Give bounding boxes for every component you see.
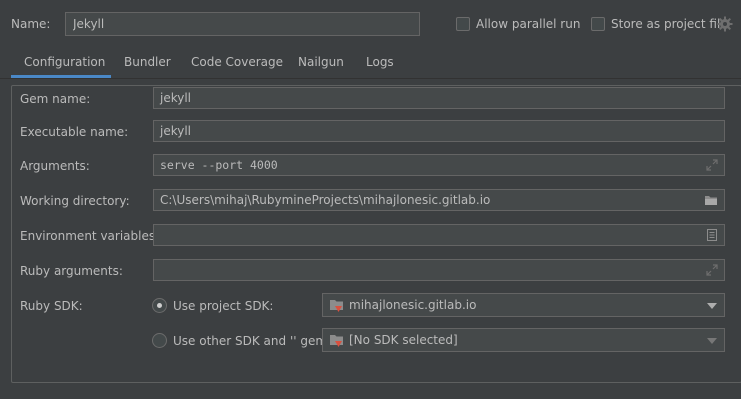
project-sdk-value: mihajlonesic.gitlab.io [349, 298, 477, 312]
allow-parallel-run-checkbox[interactable] [456, 17, 470, 31]
use-project-sdk-label[interactable]: Use project SDK: [173, 299, 273, 313]
gem-name-value: jekyll [160, 91, 192, 105]
tab-bundler[interactable]: Bundler [124, 55, 171, 69]
use-other-sdk-label[interactable]: Use other SDK and '' gem: [173, 334, 331, 348]
arguments-field[interactable]: serve --port 4000 [153, 154, 725, 176]
chevron-down-icon [707, 303, 717, 309]
tab-configuration[interactable]: Configuration [24, 55, 105, 69]
ruby-arguments-label: Ruby arguments: [20, 264, 123, 278]
working-directory-label: Working directory: [20, 194, 130, 208]
document-icon[interactable] [705, 228, 719, 242]
executable-name-label: Executable name: [20, 125, 129, 139]
arguments-value: serve --port 4000 [160, 158, 278, 172]
tab-code-coverage[interactable]: Code Coverage [191, 55, 283, 69]
chevron-down-icon [707, 338, 717, 344]
use-project-sdk-radio[interactable] [152, 298, 167, 313]
executable-name-value: jekyll [160, 124, 192, 138]
use-other-sdk-radio[interactable] [152, 333, 167, 348]
tabs-divider [0, 78, 741, 79]
other-sdk-dropdown[interactable]: [No SDK selected] [322, 328, 725, 352]
working-directory-value: C:\Users\mihaj\RubymineProjects\mihajlon… [160, 193, 491, 207]
sdk-folder-icon [330, 300, 343, 312]
gem-name-field[interactable]: jekyll [153, 87, 725, 109]
name-input[interactable] [65, 12, 420, 36]
tab-logs[interactable]: Logs [366, 55, 394, 69]
radio-selected-dot [157, 303, 162, 308]
store-as-project-file-label[interactable]: Store as project file [611, 17, 728, 31]
environment-variables-label: Environment variables: [20, 229, 160, 243]
sdk-folder-icon [330, 335, 343, 347]
ruby-arguments-field[interactable] [153, 259, 725, 281]
working-directory-field[interactable]: C:\Users\mihaj\RubymineProjects\mihajlon… [153, 189, 725, 211]
folder-icon[interactable] [703, 193, 719, 207]
gear-icon[interactable] [717, 16, 733, 32]
ruby-sdk-label: Ruby SDK: [20, 299, 83, 313]
expand-icon[interactable] [705, 263, 719, 277]
expand-icon[interactable] [705, 158, 719, 172]
environment-variables-field[interactable] [153, 224, 725, 246]
name-label: Name: [11, 17, 51, 31]
tab-nailgun[interactable]: Nailgun [298, 55, 344, 69]
store-as-project-file-checkbox[interactable] [591, 17, 605, 31]
other-sdk-value: [No SDK selected] [349, 333, 458, 347]
allow-parallel-run-label[interactable]: Allow parallel run [476, 17, 580, 31]
project-sdk-dropdown[interactable]: mihajlonesic.gitlab.io [322, 293, 725, 317]
arguments-label: Arguments: [20, 159, 90, 173]
executable-name-field[interactable]: jekyll [153, 120, 725, 142]
gem-name-label: Gem name: [20, 92, 91, 106]
